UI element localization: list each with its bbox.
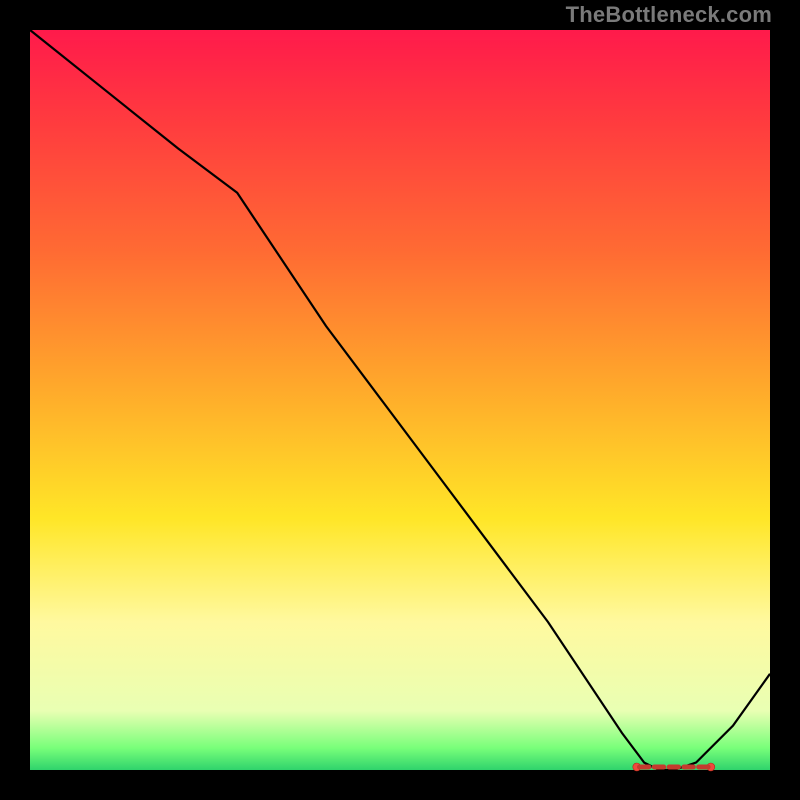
chart-overlay [30, 30, 770, 770]
chart-container: TheBottleneck.com [0, 0, 800, 800]
bottleneck-curve-line [30, 30, 770, 770]
attribution-text: TheBottleneck.com [566, 2, 772, 28]
